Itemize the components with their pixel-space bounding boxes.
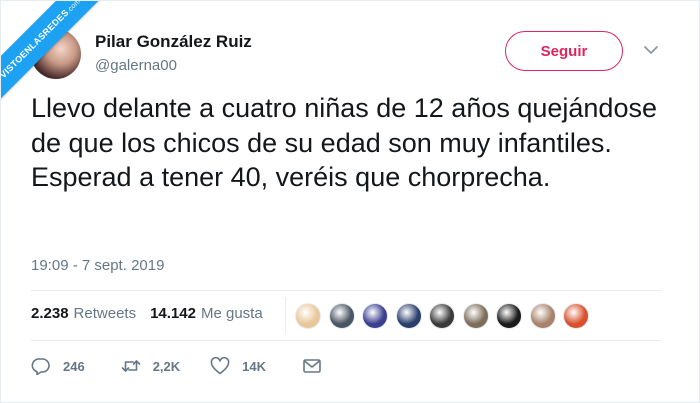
- like-button[interactable]: 14K: [210, 357, 266, 375]
- reply-count: 246: [63, 358, 85, 374]
- liker-avatar-3[interactable]: [362, 303, 388, 329]
- retweet-count: 2,2K: [152, 358, 181, 374]
- tweet-card: VISTOENLASREDES.com Pilar González Ruiz …: [0, 0, 700, 403]
- stats-separator: [285, 297, 286, 333]
- retweet-icon: [121, 360, 141, 372]
- chevron-down-icon[interactable]: [643, 44, 659, 56]
- liker-avatar-7[interactable]: [496, 303, 522, 329]
- divider-top: [31, 290, 661, 291]
- liker-avatar-2[interactable]: [328, 303, 355, 329]
- tweet-timestamp[interactable]: 19:09 - 7 sept. 2019: [31, 257, 164, 274]
- likes-label[interactable]: Me gusta: [201, 305, 263, 322]
- heart-icon: [210, 357, 230, 375]
- liker-avatar-4[interactable]: [395, 303, 422, 329]
- retweets-count[interactable]: 2.238: [31, 305, 69, 322]
- watermark-text: VISTOENLASREDES.com: [1, 1, 104, 102]
- watermark-line1: VISTOENLASREDES: [1, 7, 71, 81]
- retweets-label[interactable]: Retweets: [74, 305, 137, 322]
- retweet-button[interactable]: 2,2K: [121, 357, 180, 375]
- tweet-text: Llevo delante a cuatro niñas de 12 años …: [31, 93, 657, 192]
- direct-message-button[interactable]: [302, 357, 322, 375]
- likes-count[interactable]: 14.142: [150, 305, 196, 322]
- reply-button[interactable]: 246: [31, 357, 85, 375]
- divider-bottom: [31, 340, 661, 341]
- liker-avatar-8[interactable]: [529, 303, 556, 329]
- liker-avatar-9[interactable]: [563, 303, 589, 329]
- watermark-ribbon: VISTOENLASREDES.com: [1, 1, 121, 121]
- like-count: 14K: [242, 358, 267, 374]
- mail-icon: [303, 359, 321, 373]
- likers-list: [295, 303, 597, 329]
- follow-button[interactable]: Seguir: [505, 31, 623, 71]
- liker-avatar-5[interactable]: [429, 303, 455, 329]
- liker-avatar-6[interactable]: [462, 303, 489, 329]
- tweet-actions: 246 2,2K 14K: [31, 357, 322, 375]
- liker-avatar-1[interactable]: [295, 303, 321, 329]
- reply-icon: [31, 358, 50, 375]
- watermark-line2: .com: [65, 1, 83, 15]
- tweet-stats: 2.238 Retweets 14.142 Me gusta: [31, 305, 263, 322]
